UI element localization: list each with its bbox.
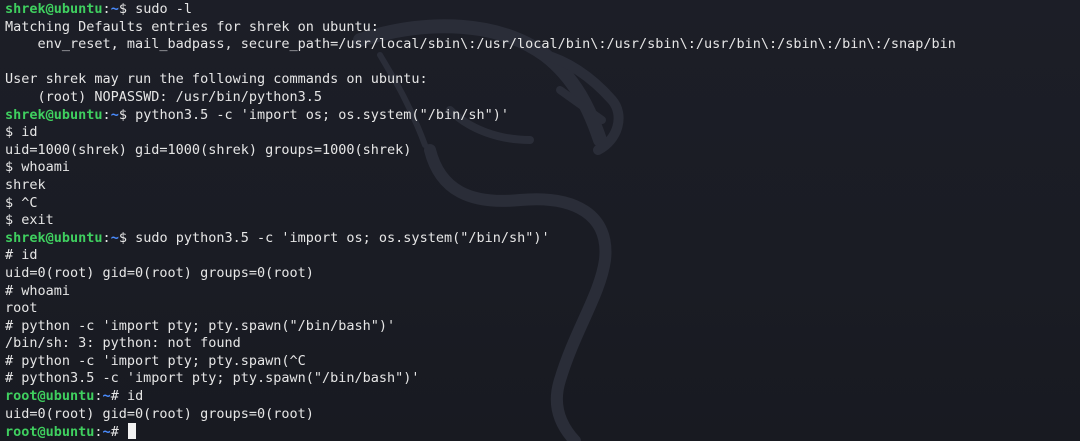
output-line: $ id — [5, 124, 1080, 142]
prompt-user: shrek@ubuntu — [5, 1, 103, 17]
output-text: $ ^C — [5, 194, 38, 211]
prompt-path: ~ — [110, 106, 119, 123]
output-line: uid=0(root) gid=0(root) groups=0(root) — [5, 265, 1080, 283]
prompt-symbol: # — [110, 424, 127, 441]
prompt-line: shrek@ubuntu:~$ python3.5 -c 'import os;… — [5, 107, 1080, 125]
output-line: # python3.5 -c 'import pty; pty.spawn("/… — [5, 370, 1080, 388]
terminal-output: shrek@ubuntu:~$ sudo -l Matching Defaults… — [5, 1, 1080, 441]
prompt-separator: : — [102, 106, 111, 123]
output-text: env_reset, mail_badpass, secure_path=/us… — [5, 36, 956, 53]
command-text: python3.5 -c 'import os; os.system("/bin… — [135, 106, 509, 123]
terminal-cursor[interactable] — [127, 423, 136, 440]
output-line: $ whoami — [5, 159, 1080, 177]
output-text: Matching Defaults entries for shrek on u… — [5, 18, 379, 35]
output-text: $ whoami — [5, 159, 71, 176]
output-text: /bin/sh: 3: python: not found — [5, 335, 241, 352]
prompt-symbol: $ — [118, 229, 136, 246]
output-text: User shrek may run the following command… — [5, 71, 428, 88]
prompt-separator: : — [94, 424, 103, 441]
output-text: # whoami — [5, 282, 71, 299]
output-line: User shrek may run the following command… — [5, 71, 1080, 89]
output-text: shrek — [5, 176, 46, 193]
command-text: sudo python3.5 -c 'import os; os.system(… — [135, 229, 550, 246]
output-line: Matching Defaults entries for shrek on u… — [5, 19, 1080, 37]
prompt-line: shrek@ubuntu:~$ sudo python3.5 -c 'impor… — [5, 230, 1080, 248]
output-line: shrek — [5, 177, 1080, 195]
output-text: root — [5, 300, 38, 317]
prompt-user: shrek@ubuntu — [5, 229, 103, 246]
output-line: # python -c 'import pty; pty.spawn(^C — [5, 353, 1080, 371]
output-text: (root) NOPASSWD: /usr/bin/python3.5 — [5, 88, 322, 105]
prompt-path: ~ — [110, 229, 119, 246]
output-text: # python -c 'import pty; pty.spawn("/bin… — [5, 317, 396, 334]
prompt-line: root@ubuntu:~# — [5, 423, 1080, 441]
prompt-user: shrek@ubuntu — [5, 106, 103, 123]
prompt-path: ~ — [110, 1, 119, 17]
output-text: uid=0(root) gid=0(root) groups=0(root) — [5, 264, 314, 281]
output-text: # python3.5 -c 'import pty; pty.spawn("/… — [5, 370, 420, 387]
output-text: uid=1000(shrek) gid=1000(shrek) groups=1… — [5, 141, 412, 158]
output-text: $ id — [5, 124, 38, 141]
prompt-symbol: # — [110, 388, 127, 405]
output-line: root — [5, 300, 1080, 318]
output-line: # id — [5, 247, 1080, 265]
output-text: uid=0(root) gid=0(root) groups=0(root) — [5, 405, 314, 422]
prompt-separator: : — [94, 388, 103, 405]
output-text: $ exit — [5, 212, 54, 229]
output-line: (root) NOPASSWD: /usr/bin/python3.5 — [5, 89, 1080, 107]
output-line: $ exit — [5, 212, 1080, 230]
command-text: id — [126, 388, 144, 405]
prompt-path: ~ — [102, 424, 111, 441]
prompt-line: shrek@ubuntu:~$ sudo -l — [5, 1, 1080, 19]
prompt-user: root@ubuntu — [5, 388, 95, 405]
prompt-line: root@ubuntu:~# id — [5, 388, 1080, 406]
output-line: # python -c 'import pty; pty.spawn("/bin… — [5, 318, 1080, 336]
output-line: /bin/sh: 3: python: not found — [5, 335, 1080, 353]
output-text: # id — [5, 247, 38, 264]
output-text: # python -c 'import pty; pty.spawn(^C — [5, 352, 306, 369]
prompt-separator: : — [102, 1, 111, 17]
terminal-window[interactable]: shrek@ubuntu:~$ sudo -l Matching Defaults… — [0, 0, 1080, 441]
prompt-symbol: $ — [118, 106, 136, 123]
output-line: env_reset, mail_badpass, secure_path=/us… — [5, 36, 1080, 54]
prompt-symbol: $ — [118, 1, 136, 17]
output-line: uid=1000(shrek) gid=1000(shrek) groups=1… — [5, 142, 1080, 160]
prompt-path: ~ — [102, 388, 111, 405]
output-line: $ ^C — [5, 195, 1080, 213]
prompt-separator: : — [102, 229, 111, 246]
output-line: # whoami — [5, 283, 1080, 301]
command-text: sudo -l — [135, 1, 192, 17]
prompt-user: root@ubuntu — [5, 424, 95, 441]
output-line: uid=0(root) gid=0(root) groups=0(root) — [5, 406, 1080, 424]
